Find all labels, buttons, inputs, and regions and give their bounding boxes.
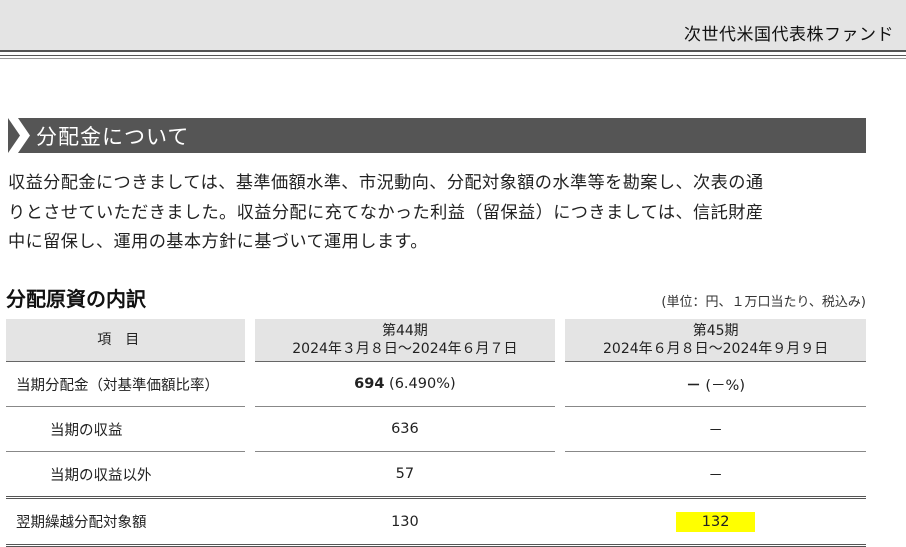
distribution-explanation: 収益分配金につきましては、基準価額水準、市況動向、分配対象額の水準等を勘案し、次… bbox=[8, 169, 870, 258]
cell-period-45: － bbox=[565, 452, 866, 499]
period-range: 2024年６月８日～2024年９月９日 bbox=[603, 341, 829, 357]
row-label: 当期の収益 bbox=[6, 407, 245, 452]
period-name: 第45期 bbox=[692, 323, 739, 339]
distribution-ratio: (－%) bbox=[705, 377, 745, 394]
table-title: 分配原資の内訳 bbox=[6, 287, 146, 311]
row-label: 翌期繰越分配対象額 bbox=[6, 499, 245, 547]
distribution-amount: 694 bbox=[354, 376, 385, 392]
paragraph-line: 中に留保し、運用の基本方針に基づいて運用します。 bbox=[8, 232, 428, 252]
column-header-item: 項目 bbox=[6, 319, 245, 362]
column-header-period-44: 第44期 2024年３月８日～2024年６月７日 bbox=[254, 319, 556, 362]
distribution-table: 項目 第44期 2024年３月８日～2024年６月７日 第45期 2024年６月… bbox=[6, 319, 866, 547]
table-row: 当期分配金（対基準価額比率） 694 (6.490%) － (－%) bbox=[6, 362, 866, 407]
period-range: 2024年３月８日～2024年６月７日 bbox=[292, 341, 518, 357]
top-header-bar: 次世代米国代表株ファンド bbox=[0, 0, 906, 50]
cell-period-44: 57 bbox=[254, 452, 556, 499]
unit-note: (単位：円、１万口当たり、税込み) bbox=[661, 295, 866, 310]
section-title: 分配金について bbox=[36, 125, 190, 149]
cell-period-44: 694 (6.490%) bbox=[254, 362, 556, 407]
table-row: 当期の収益以外 57 － bbox=[6, 452, 866, 499]
row-label: 当期の収益以外 bbox=[6, 452, 245, 499]
period-name: 第44期 bbox=[381, 323, 428, 339]
header-rule bbox=[0, 50, 906, 52]
cell-period-45: － (－%) bbox=[565, 362, 866, 407]
chevron-right-icon bbox=[8, 118, 30, 153]
cell-period-45: 132 bbox=[565, 499, 866, 547]
column-header-period-45: 第45期 2024年６月８日～2024年９月９日 bbox=[565, 319, 866, 362]
header-rule bbox=[0, 58, 906, 59]
table-header-row: 項目 第44期 2024年３月８日～2024年６月７日 第45期 2024年６月… bbox=[6, 319, 866, 362]
cell-period-44: 130 bbox=[254, 499, 556, 547]
table-row: 当期の収益 636 － bbox=[6, 407, 866, 452]
paragraph-line: りとさせていただきました。収益分配に充てなかった利益（留保益）につきましては、信… bbox=[8, 202, 764, 223]
header-rule bbox=[0, 55, 906, 56]
cell-period-44: 636 bbox=[254, 407, 556, 452]
cell-period-45: － bbox=[565, 407, 866, 452]
distribution-amount: － bbox=[686, 377, 701, 394]
highlighted-value: 132 bbox=[675, 511, 756, 532]
table-row: 翌期繰越分配対象額 130 132 bbox=[6, 499, 866, 547]
row-label: 当期分配金（対基準価額比率） bbox=[6, 362, 245, 407]
distribution-ratio: (6.490%) bbox=[389, 376, 456, 392]
paragraph-line: 収益分配金につきましては、基準価額水準、市況動向、分配対象額の水準等を勘案し、次… bbox=[8, 173, 764, 193]
fund-name: 次世代米国代表株ファンド bbox=[684, 25, 894, 45]
